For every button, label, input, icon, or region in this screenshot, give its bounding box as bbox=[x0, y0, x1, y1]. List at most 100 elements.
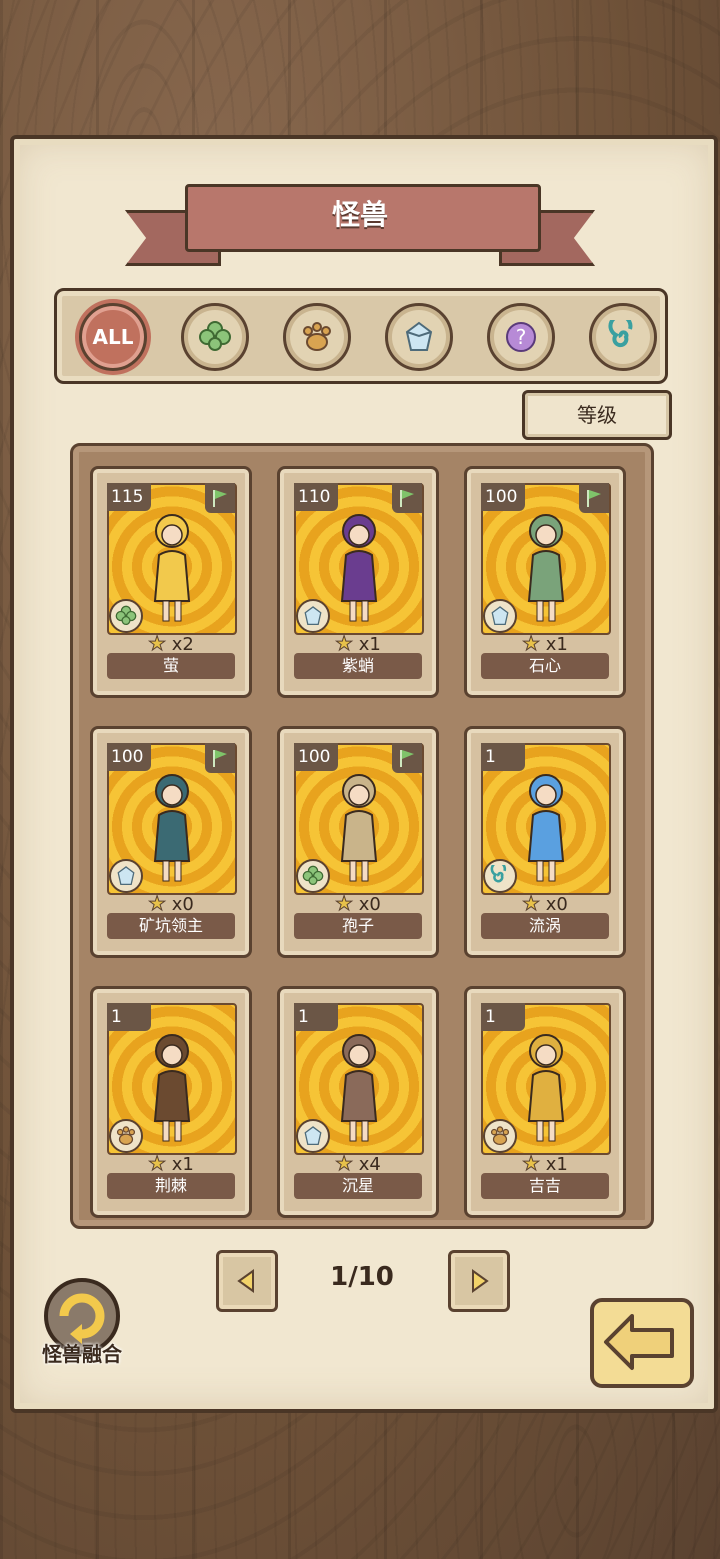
sort-level-button[interactable]: 等级 bbox=[522, 390, 672, 440]
crystal-icon bbox=[109, 859, 143, 893]
level-badge: 1 bbox=[107, 1003, 151, 1031]
filter-spiral-button[interactable] bbox=[589, 303, 657, 371]
star-count: ★ x0 bbox=[280, 891, 436, 916]
level-badge: 1 bbox=[481, 743, 525, 771]
crystal-icon bbox=[405, 321, 433, 351]
star-icon: ★ bbox=[335, 631, 354, 656]
clover-icon bbox=[199, 321, 231, 351]
clover-icon bbox=[109, 599, 143, 633]
count-label: x0 bbox=[358, 894, 381, 915]
filter-all-button[interactable]: ALL bbox=[79, 303, 147, 371]
level-badge: 100 bbox=[481, 483, 525, 511]
filter-clover-button[interactable] bbox=[181, 303, 249, 371]
right-arrow-icon bbox=[472, 1269, 489, 1293]
monster-figure bbox=[527, 1034, 565, 1142]
prev-page-button[interactable] bbox=[216, 1250, 278, 1312]
filter-paw-button[interactable] bbox=[283, 303, 351, 371]
monster-card[interactable]: 1 ★ x0 流涡 bbox=[464, 726, 626, 958]
flag-icon bbox=[205, 483, 235, 513]
count-label: x1 bbox=[358, 634, 381, 655]
back-button[interactable] bbox=[586, 1296, 698, 1392]
flag-icon bbox=[392, 743, 422, 773]
monster-card[interactable]: 1 ★ x1 荆棘 bbox=[90, 986, 252, 1218]
monster-figure bbox=[153, 1034, 191, 1142]
monster-name: 紫蛸 bbox=[294, 653, 422, 679]
count-label: x1 bbox=[545, 634, 568, 655]
star-count: ★ x2 bbox=[93, 631, 249, 656]
star-count: ★ x0 bbox=[93, 891, 249, 916]
page-indicator: 1/10 bbox=[330, 1262, 394, 1292]
filter-bar: ALL ? bbox=[54, 288, 668, 384]
monster-card[interactable]: 1 ★ x1 吉吉 bbox=[464, 986, 626, 1218]
page-title: 怪兽 bbox=[331, 198, 388, 231]
monster-name: 萤 bbox=[107, 653, 235, 679]
paw-icon bbox=[303, 322, 331, 351]
star-icon: ★ bbox=[335, 1151, 354, 1176]
monster-name: 吉吉 bbox=[481, 1173, 609, 1199]
star-icon: ★ bbox=[522, 631, 541, 656]
count-label: x2 bbox=[171, 634, 194, 655]
level-badge: 100 bbox=[294, 743, 338, 771]
spiral-icon bbox=[608, 320, 633, 348]
star-count: ★ x1 bbox=[467, 631, 623, 656]
monster-card[interactable]: 1 ★ x4 沉星 bbox=[277, 986, 439, 1218]
star-count: ★ x1 bbox=[93, 1151, 249, 1176]
filter-question-button[interactable]: ? bbox=[487, 303, 555, 371]
count-label: x0 bbox=[171, 894, 194, 915]
monster-card[interactable]: 100 ★ x0 孢子 bbox=[277, 726, 439, 958]
monster-name: 流涡 bbox=[481, 913, 609, 939]
crystal-icon bbox=[483, 599, 517, 633]
spiral-icon bbox=[483, 859, 517, 893]
monster-figure bbox=[527, 774, 565, 882]
question-icon: ? bbox=[506, 322, 536, 352]
monster-figure bbox=[153, 514, 191, 622]
monster-name: 孢子 bbox=[294, 913, 422, 939]
count-label: x4 bbox=[358, 1154, 381, 1175]
star-icon: ★ bbox=[148, 891, 167, 916]
clover-icon bbox=[296, 859, 330, 893]
flag-icon bbox=[392, 483, 422, 513]
monster-card[interactable]: 115 ★ x2 萤 bbox=[90, 466, 252, 698]
monster-name: 矿坑领主 bbox=[107, 913, 235, 939]
star-count: ★ x0 bbox=[467, 891, 623, 916]
level-badge: 100 bbox=[107, 743, 151, 771]
crystal-icon bbox=[296, 1119, 330, 1153]
title-ribbon: 怪兽 bbox=[125, 180, 595, 275]
star-icon: ★ bbox=[148, 631, 167, 656]
monster-name: 石心 bbox=[481, 653, 609, 679]
monster-fusion-button[interactable]: 怪兽融合 bbox=[34, 1276, 130, 1372]
star-count: ★ x4 bbox=[280, 1151, 436, 1176]
level-badge: 115 bbox=[107, 483, 151, 511]
monster-card[interactable]: 110 ★ x1 紫蛸 bbox=[277, 466, 439, 698]
count-label: x1 bbox=[171, 1154, 194, 1175]
filter-crystal-button[interactable] bbox=[385, 303, 453, 371]
back-arrow-icon bbox=[590, 1298, 694, 1388]
crystal-icon bbox=[296, 599, 330, 633]
flag-icon bbox=[205, 743, 235, 773]
monster-name: 沉星 bbox=[294, 1173, 422, 1199]
monster-figure bbox=[153, 774, 191, 882]
fusion-label: 怪兽融合 bbox=[42, 1342, 122, 1366]
paw-icon bbox=[483, 1119, 517, 1153]
star-icon: ★ bbox=[148, 1151, 167, 1176]
left-arrow-icon bbox=[237, 1269, 254, 1293]
star-icon: ★ bbox=[522, 1151, 541, 1176]
monster-figure bbox=[340, 774, 378, 882]
level-badge: 1 bbox=[481, 1003, 525, 1031]
monster-figure bbox=[340, 514, 378, 622]
star-icon: ★ bbox=[335, 891, 354, 916]
all-label: ALL bbox=[92, 325, 134, 349]
monster-card[interactable]: 100 ★ x0 矿坑领主 bbox=[90, 726, 252, 958]
monster-name: 荆棘 bbox=[107, 1173, 235, 1199]
star-count: ★ x1 bbox=[280, 631, 436, 656]
star-icon: ★ bbox=[522, 891, 541, 916]
next-page-button[interactable] bbox=[448, 1250, 510, 1312]
star-count: ★ x1 bbox=[467, 1151, 623, 1176]
monster-figure bbox=[527, 514, 565, 622]
monster-figure bbox=[340, 1034, 378, 1142]
svg-text:?: ? bbox=[516, 325, 527, 349]
level-badge: 1 bbox=[294, 1003, 338, 1031]
monster-card[interactable]: 100 ★ x1 石心 bbox=[464, 466, 626, 698]
count-label: x1 bbox=[545, 1154, 568, 1175]
count-label: x0 bbox=[545, 894, 568, 915]
